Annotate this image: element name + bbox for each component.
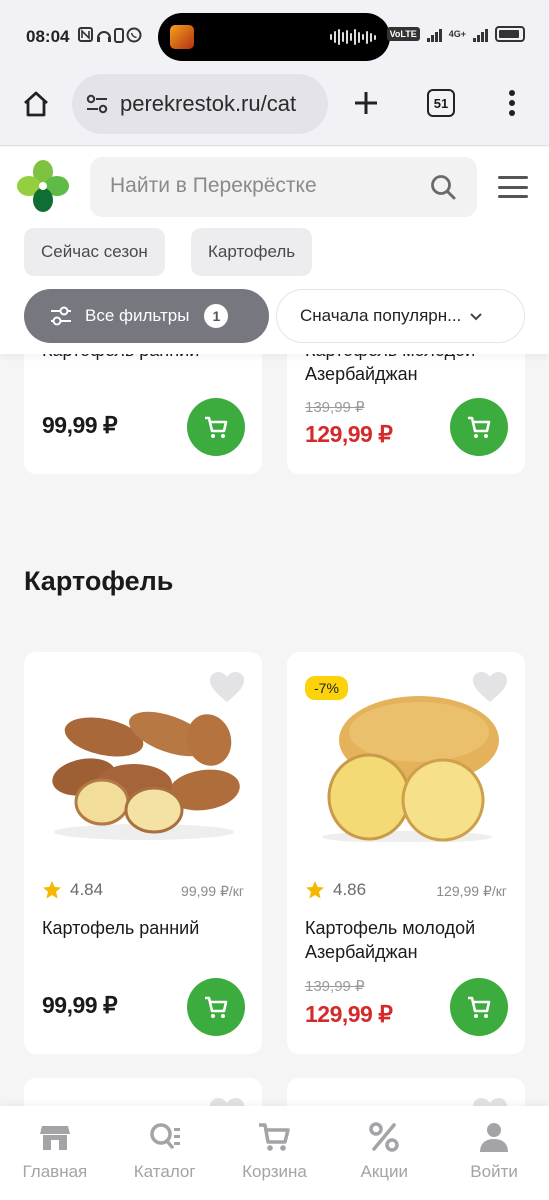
tab-switcher-button[interactable]: 51 (427, 89, 455, 117)
battery-icon (495, 26, 525, 42)
product-price: 99,99 ₽ (42, 992, 118, 1018)
perekrestok-logo-icon[interactable] (16, 159, 70, 213)
sort-dropdown[interactable]: Сначала популярн... (276, 289, 525, 343)
product-rating: 4.86 (305, 880, 366, 900)
catalog-icon (149, 1123, 180, 1149)
media-thumbnail (170, 25, 194, 49)
search-input[interactable]: Найти в Перекрёстке (90, 157, 477, 217)
browser-toolbar: perekrestok.ru/cat 51 (0, 72, 549, 146)
audio-wave-icon (330, 28, 376, 46)
search-placeholder: Найти в Перекрёстке (110, 174, 317, 197)
nav-label: Войти (470, 1162, 518, 1181)
product-name[interactable]: Картофель ранний (42, 916, 252, 940)
all-filters-button[interactable]: Все фильтры 1 (24, 289, 269, 343)
hamburger-menu-icon[interactable] (498, 176, 528, 198)
product-sale-price: 129,99 ₽ (305, 421, 393, 447)
chip-season[interactable]: Сейчас сезон (24, 228, 165, 276)
add-to-cart-button[interactable] (450, 978, 508, 1036)
add-to-cart-button[interactable] (450, 398, 508, 456)
site-header: Найти в Перекрёстке Сейчас сезон Картофе… (0, 147, 549, 354)
product-old-price: 139,99 ₽ (305, 399, 365, 416)
bottom-navigation: Главная Каталог Корзина Акции Войти (0, 1106, 549, 1200)
dynamic-island[interactable] (158, 13, 390, 61)
volte-badge: VoLTE (386, 27, 420, 41)
status-time: 08:04 (26, 27, 70, 46)
product-rating: 4.84 (42, 880, 103, 900)
cart-icon (468, 996, 491, 1018)
nav-home[interactable]: Главная (0, 1106, 110, 1200)
new-tab-icon[interactable] (349, 86, 383, 120)
cart-icon (468, 416, 491, 438)
product-price: 99,99 ₽ (42, 412, 118, 438)
cart-icon (205, 996, 228, 1018)
product-name-line2: Азербайджан (305, 364, 418, 384)
chevron-down-icon (470, 313, 483, 321)
filter-sliders-icon (51, 306, 71, 326)
sort-label: Сначала популярн... (300, 306, 462, 325)
star-icon (43, 881, 61, 899)
product-card[interactable]: -7% 4.86 129,99 ₽/кг Картофель молодой А… (287, 652, 525, 1054)
section-title: Картофель (24, 566, 174, 596)
network-type: 4G+ (448, 29, 466, 39)
cart-icon (205, 416, 228, 438)
nav-login[interactable]: Войти (439, 1106, 549, 1200)
nav-label: Корзина (242, 1162, 307, 1181)
product-card[interactable]: 4.84 99,99 ₽/кг Картофель ранний 99,99 ₽ (24, 652, 262, 1054)
nav-cart[interactable]: Корзина (220, 1106, 330, 1200)
nav-label: Каталог (133, 1162, 196, 1181)
nav-promos[interactable]: Акции (329, 1106, 439, 1200)
product-image-potato (52, 711, 240, 840)
signal-icon (426, 26, 442, 42)
status-bar: 08:04 VoLTE 4G+ (0, 0, 549, 72)
unit-price: 129,99 ₽/кг (436, 883, 507, 899)
unit-price: 99,99 ₽/кг (181, 883, 244, 899)
status-right-icons: VoLTE 4G+ (386, 26, 525, 42)
address-bar[interactable]: perekrestok.ru/cat (72, 74, 328, 134)
search-icon[interactable] (429, 173, 457, 201)
filters-label: Все фильтры (85, 306, 190, 325)
nav-label: Главная (22, 1162, 88, 1181)
signal-icon-2 (473, 26, 488, 42)
star-icon (306, 881, 324, 899)
product-old-price: 139,99 ₽ (305, 978, 365, 995)
add-to-cart-button[interactable] (187, 978, 245, 1036)
home-icon[interactable] (18, 86, 54, 122)
filters-count-badge: 1 (204, 304, 229, 328)
status-notification-icons (78, 26, 142, 48)
discount-badge: -7% (305, 676, 348, 700)
percent-icon (369, 1122, 400, 1152)
url-text: perekrestok.ru/cat (120, 91, 297, 116)
notification-icons (78, 27, 142, 43)
product-sale-price: 129,99 ₽ (305, 1001, 393, 1027)
store-icon (39, 1126, 70, 1150)
nav-catalog[interactable]: Каталог (110, 1106, 220, 1200)
user-icon (480, 1123, 509, 1152)
more-menu-icon[interactable] (503, 86, 521, 120)
rating-value: 4.86 (333, 880, 367, 899)
product-name[interactable]: Картофель молодой Азербайджан (305, 916, 515, 964)
rating-value: 4.84 (70, 880, 104, 899)
cart-icon (259, 1123, 291, 1151)
add-to-cart-button[interactable] (187, 398, 245, 456)
chip-potato[interactable]: Картофель (191, 228, 313, 276)
product-image-young-potato (322, 696, 499, 842)
nav-label: Акции (360, 1162, 409, 1181)
site-settings-icon[interactable] (84, 91, 110, 117)
